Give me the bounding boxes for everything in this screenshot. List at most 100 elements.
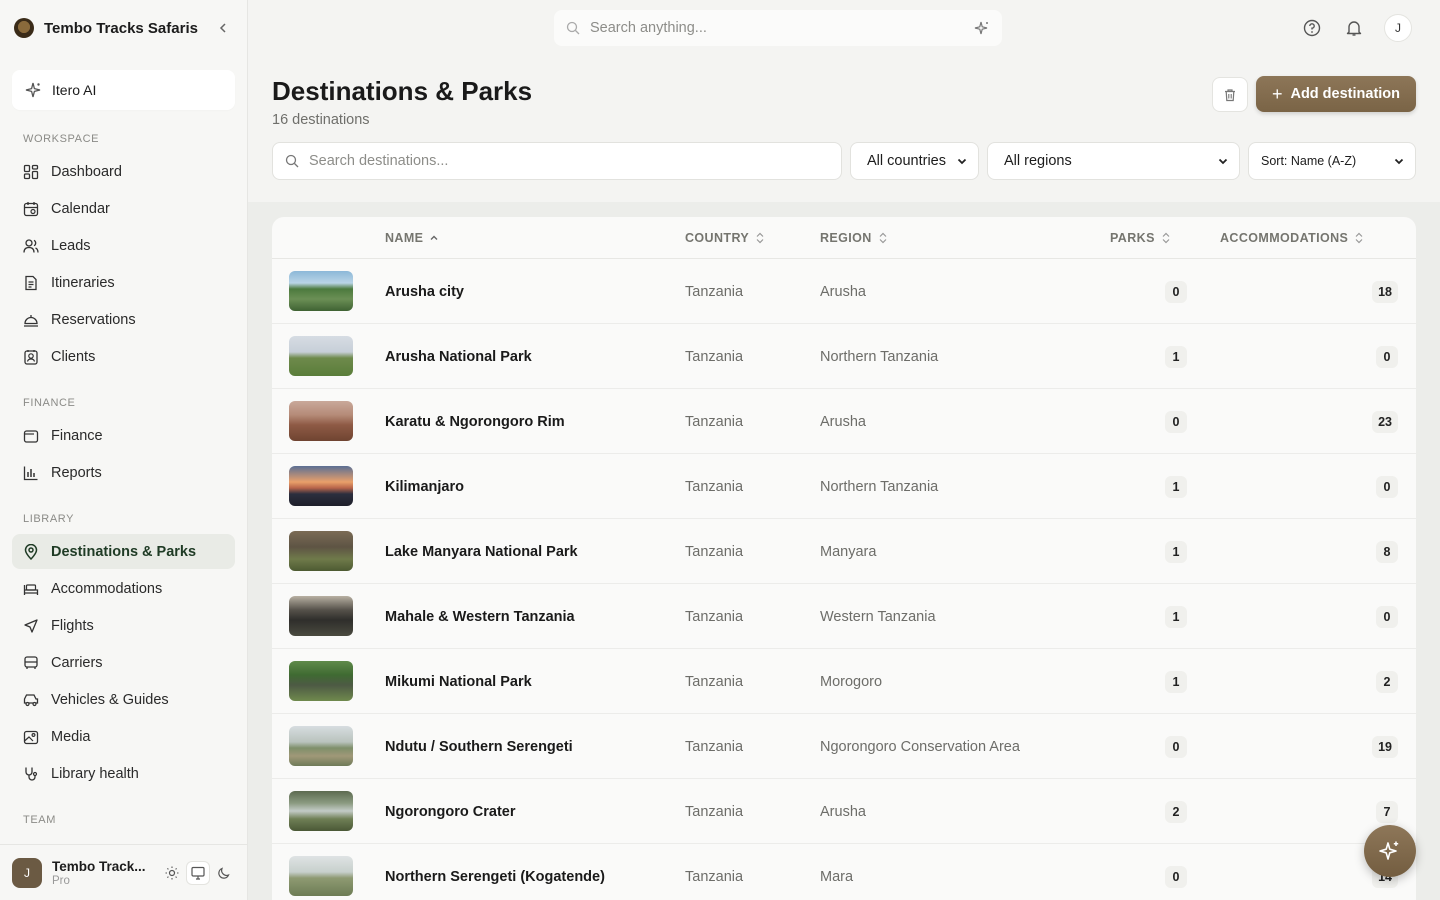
table-row[interactable]: Arusha city Tanzania Arusha 0 18	[272, 259, 1416, 324]
sort-select[interactable]: Sort: Name (A-Z)	[1248, 142, 1416, 180]
table-row[interactable]: Ndutu / Southern Serengeti Tanzania Ngor…	[272, 714, 1416, 779]
destinations-table: NAME COUNTRY REGION PARKS ACCOMMODATIONS	[272, 217, 1416, 900]
nav-item-destinations-parks[interactable]: Destinations & Parks	[12, 534, 235, 569]
nav-item-clients[interactable]: Clients	[12, 339, 235, 374]
region-select[interactable]: All regions	[987, 142, 1240, 180]
add-destination-button[interactable]: + Add destination	[1256, 76, 1416, 112]
collapse-sidebar-button[interactable]	[213, 18, 233, 38]
workspace-nav: Dashboard Calendar Leads Itineraries Res…	[0, 154, 247, 374]
destination-region: Arusha	[820, 284, 866, 300]
wallet-icon	[23, 429, 39, 443]
table-area: NAME COUNTRY REGION PARKS ACCOMMODATIONS	[248, 202, 1440, 900]
plus-icon: +	[1271, 84, 1283, 104]
region-select-value: All regions	[1004, 153, 1072, 169]
section-label-workspace: WORKSPACE	[23, 133, 100, 145]
destination-region: Manyara	[820, 544, 877, 560]
nav-item-leads[interactable]: Leads	[12, 228, 235, 263]
destination-name: Kilimanjaro	[385, 479, 464, 495]
monitor-icon	[191, 866, 205, 880]
chevron-left-icon	[219, 23, 226, 33]
destination-search[interactable]	[272, 142, 842, 180]
table-row[interactable]: Northern Serengeti (Kogatende) Tanzania …	[272, 844, 1416, 900]
destination-country: Tanzania	[685, 544, 744, 560]
destination-name: Mikumi National Park	[385, 674, 532, 690]
nav-label: Destinations & Parks	[51, 543, 197, 560]
destination-name: Lake Manyara National Park	[385, 544, 578, 560]
account-footer[interactable]: J Tembo Track... Pro	[0, 844, 247, 900]
column-header-accommodations[interactable]: ACCOMMODATIONS	[1220, 231, 1364, 245]
itero-ai-button[interactable]: Itero AI	[12, 70, 235, 110]
destination-search-input[interactable]	[309, 153, 829, 169]
destination-region: Arusha	[820, 804, 866, 820]
finance-nav: Finance Reports	[0, 418, 247, 490]
nav-item-vehicles-guides[interactable]: Vehicles & Guides	[12, 682, 235, 717]
column-header-country[interactable]: COUNTRY	[685, 231, 765, 245]
nav-item-accommodations[interactable]: Accommodations	[12, 571, 235, 606]
global-search-input[interactable]	[590, 20, 974, 36]
column-label: REGION	[820, 231, 872, 245]
nav-label: Carriers	[51, 654, 103, 671]
bar-chart-icon	[23, 466, 38, 480]
nav-label: Calendar	[51, 200, 110, 217]
nav-item-itineraries[interactable]: Itineraries	[12, 265, 235, 300]
nav-label: Dashboard	[51, 163, 122, 180]
column-label: ACCOMMODATIONS	[1220, 231, 1349, 245]
sort-icon	[879, 232, 887, 244]
ai-assistant-button[interactable]	[1364, 825, 1416, 877]
sun-icon	[165, 866, 179, 879]
parks-count: 0	[1165, 736, 1187, 758]
destination-thumbnail	[289, 856, 353, 896]
nav-item-dashboard[interactable]: Dashboard	[12, 154, 235, 189]
nav-item-carriers[interactable]: Carriers	[12, 645, 235, 680]
account-info: Tembo Track... Pro	[52, 859, 146, 887]
table-row[interactable]: Karatu & Ngorongoro Rim Tanzania Arusha …	[272, 389, 1416, 454]
column-header-parks[interactable]: PARKS	[1110, 231, 1171, 245]
nav-item-reports[interactable]: Reports	[12, 455, 235, 490]
destination-country: Tanzania	[685, 609, 744, 625]
nav-item-reservations[interactable]: Reservations	[12, 302, 235, 337]
light-theme-button[interactable]	[161, 862, 183, 884]
nav-item-flights[interactable]: Flights	[12, 608, 235, 643]
sparkle-icon[interactable]	[974, 20, 990, 36]
accommodations-count: 7	[1376, 801, 1398, 823]
table-row[interactable]: Mikumi National Park Tanzania Morogoro 1…	[272, 649, 1416, 714]
country-select[interactable]: All countries	[850, 142, 979, 180]
nav-label: Leads	[51, 237, 91, 254]
column-header-name[interactable]: NAME	[385, 231, 439, 245]
delete-button[interactable]	[1212, 77, 1248, 112]
nav-item-media[interactable]: Media	[12, 719, 235, 754]
dark-theme-button[interactable]	[213, 862, 235, 884]
section-label-finance: FINANCE	[23, 397, 76, 409]
table-row[interactable]: Lake Manyara National Park Tanzania Many…	[272, 519, 1416, 584]
nav-label: Finance	[51, 427, 103, 444]
nav-item-library-health[interactable]: Library health	[12, 756, 235, 791]
table-row[interactable]: Ngorongoro Crater Tanzania Arusha 2 7	[272, 779, 1416, 844]
nav-item-calendar[interactable]: Calendar	[12, 191, 235, 226]
parks-count: 1	[1165, 671, 1187, 693]
table-row[interactable]: Kilimanjaro Tanzania Northern Tanzania 1…	[272, 454, 1416, 519]
destination-thumbnail	[289, 596, 353, 636]
bell-desk-icon	[24, 314, 38, 327]
contact-icon	[24, 349, 38, 365]
help-button[interactable]	[1300, 16, 1324, 40]
destination-country: Tanzania	[685, 479, 744, 495]
user-avatar[interactable]: J	[1384, 14, 1412, 42]
notifications-button[interactable]	[1342, 16, 1366, 40]
account-name: Tembo Track...	[52, 858, 146, 874]
destination-country: Tanzania	[685, 414, 744, 430]
table-row[interactable]: Arusha National Park Tanzania Northern T…	[272, 324, 1416, 389]
sort-icon	[756, 232, 764, 244]
parks-count: 1	[1165, 541, 1187, 563]
bell-icon	[1346, 21, 1362, 36]
column-header-region[interactable]: REGION	[820, 231, 888, 245]
column-label: PARKS	[1110, 231, 1155, 245]
global-search[interactable]	[554, 10, 1002, 46]
table-row[interactable]: Mahale & Western Tanzania Tanzania Weste…	[272, 584, 1416, 649]
nav-item-finance[interactable]: Finance	[12, 418, 235, 453]
accommodations-count: 18	[1372, 281, 1398, 303]
sparkle-icon	[1379, 841, 1399, 860]
destination-region: Western Tanzania	[820, 609, 936, 625]
chevron-down-icon	[1394, 158, 1404, 165]
system-theme-button[interactable]	[187, 861, 209, 884]
nav-label: Media	[51, 728, 91, 745]
